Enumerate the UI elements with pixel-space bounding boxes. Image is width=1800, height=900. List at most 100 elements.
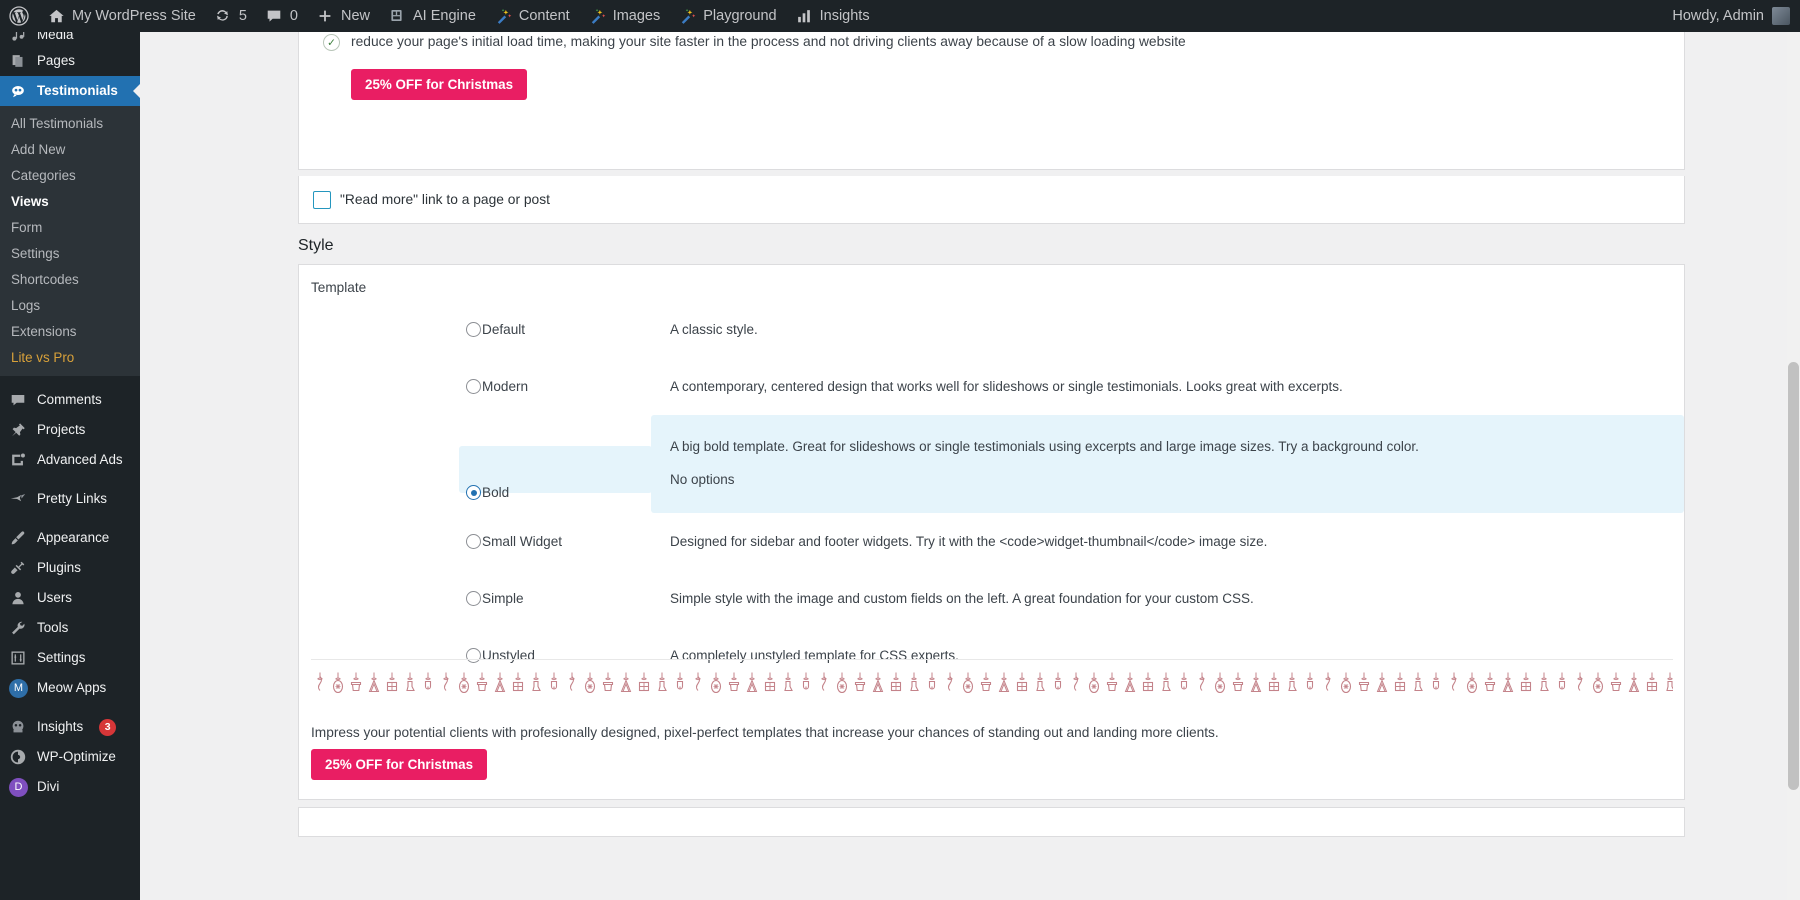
sidebar-item-media[interactable]: Media [0, 32, 140, 46]
sidebar-meow-apps-label: Meow Apps [37, 673, 106, 703]
template-option-modern[interactable]: Modern A contemporary, centered design t… [299, 358, 1684, 415]
menu-separator [0, 475, 140, 484]
updates-menu[interactable]: 5 [205, 0, 256, 32]
next-section-panel-edge [298, 807, 1685, 837]
read-more-label: "Read more" link to a page or post [340, 192, 550, 207]
sidebar-projects-label: Projects [37, 415, 85, 445]
sidebar-media-label: Media [37, 32, 73, 46]
sidebar-plugins-label: Plugins [37, 553, 81, 583]
menu-separator [0, 376, 140, 385]
promo-bullet-row: ✓ reduce your page's initial load time, … [323, 32, 1660, 51]
template-option-bold[interactable]: Bold A big bold template. Great for slid… [299, 415, 1684, 513]
submenu-item-logs[interactable]: Logs [0, 292, 140, 318]
magic-wand-icon [678, 7, 697, 26]
playground-menu[interactable]: Playground [669, 0, 785, 32]
template-desc-simple: Simple style with the image and custom f… [670, 589, 1684, 609]
wp-optimize-icon [9, 748, 28, 767]
insights-menu[interactable]: Insights [786, 0, 879, 32]
insights-badge: 3 [99, 719, 116, 736]
sidebar-pages-label: Pages [37, 46, 75, 76]
submenu-item-form[interactable]: Form [0, 214, 140, 240]
wordpress-logo-icon [9, 6, 29, 26]
sidebar-item-users[interactable]: Users [0, 583, 140, 613]
plus-icon [316, 7, 335, 26]
sidebar-item-testimonials[interactable]: Testimonials [0, 76, 140, 106]
sidebar-item-advanced-ads[interactable]: Advanced Ads [0, 445, 140, 475]
playground-label: Playground [703, 0, 776, 32]
sidebar-item-tools[interactable]: Tools [0, 613, 140, 643]
account-menu[interactable]: Howdy, Admin [1672, 7, 1800, 25]
testimonials-icon [9, 82, 28, 101]
radio-modern[interactable] [466, 379, 481, 394]
sidebar-item-comments[interactable]: Comments [0, 385, 140, 415]
template-option-simple[interactable]: Simple Simple style with the image and c… [299, 570, 1684, 627]
page-scrollbar[interactable] [1787, 32, 1800, 900]
comments-icon [9, 391, 28, 410]
sidebar-users-label: Users [37, 583, 72, 613]
sidebar-settings-label: Settings [37, 643, 85, 673]
sidebar-item-pages[interactable]: Pages [0, 46, 140, 76]
scrollbar-thumb[interactable] [1788, 362, 1799, 790]
radio-bold[interactable] [466, 485, 481, 500]
new-content-menu[interactable]: New [307, 0, 379, 32]
tools-wrench-icon [9, 619, 28, 638]
main-content: ✓ display a fixed number of testimonials… [140, 32, 1800, 900]
radio-default[interactable] [466, 322, 481, 337]
template-field-label: Template [311, 280, 366, 295]
wordpress-logo-button[interactable] [0, 0, 38, 32]
admin-sidebar-menu: Media Pages Testimonials All Testimonial… [0, 32, 140, 900]
promo-bottom-text: Impress your potential clients with prof… [311, 725, 1219, 740]
submenu-item-all-testimonials[interactable]: All Testimonials [0, 110, 140, 136]
christmas-offer-button-top[interactable]: 25% OFF for Christmas [351, 69, 527, 100]
content-menu[interactable]: Content [485, 0, 579, 32]
submenu-item-lite-vs-pro[interactable]: Lite vs Pro [0, 344, 140, 370]
submenu-item-settings[interactable]: Settings [0, 240, 140, 266]
sidebar-item-appearance[interactable]: Appearance [0, 523, 140, 553]
submenu-item-views[interactable]: Views [0, 188, 140, 214]
insights-label: Insights [820, 0, 870, 32]
submenu-item-add-new[interactable]: Add New [0, 136, 140, 162]
template-name-modern: Modern [482, 379, 528, 394]
sidebar-item-pretty-links[interactable]: Pretty Links [0, 484, 140, 514]
sidebar-item-settings[interactable]: Settings [0, 643, 140, 673]
read-more-setting-row: "Read more" link to a page or post [298, 176, 1685, 224]
media-icon [9, 32, 28, 45]
template-options-note-bold: No options [670, 472, 1684, 487]
menu-separator [0, 703, 140, 712]
sidebar-item-wp-optimize[interactable]: WP-Optimize [0, 742, 140, 772]
insights-icon [9, 718, 28, 737]
template-option-small-widget[interactable]: Small Widget Designed for sidebar and fo… [299, 513, 1684, 570]
promo-bullet-text: reduce your page's initial load time, ma… [351, 32, 1186, 51]
template-name-bold: Bold [482, 485, 509, 500]
sidebar-item-insights[interactable]: Insights 3 [0, 712, 140, 742]
christmas-offer-button-bottom[interactable]: 25% OFF for Christmas [311, 749, 487, 780]
howdy-label: Howdy, Admin [1672, 8, 1764, 24]
ai-engine-menu[interactable]: AI Engine [379, 0, 485, 32]
submenu-item-extensions[interactable]: Extensions [0, 318, 140, 344]
sidebar-divi-label: Divi [37, 772, 59, 802]
sidebar-item-plugins[interactable]: Plugins [0, 553, 140, 583]
pages-icon [9, 52, 28, 71]
read-more-checkbox[interactable] [313, 191, 331, 209]
template-desc-bold: A big bold template. Great for slideshow… [670, 437, 1684, 457]
template-name-default: Default [482, 322, 525, 337]
pretty-links-icon [9, 490, 28, 509]
radio-simple[interactable] [466, 591, 481, 606]
magic-wand-icon [494, 7, 513, 26]
users-icon [9, 589, 28, 608]
submenu-item-shortcodes[interactable]: Shortcodes [0, 266, 140, 292]
radio-small-widget[interactable] [466, 534, 481, 549]
admin-bar: My WordPress Site 5 0 New AI Engine Cont… [0, 0, 1800, 32]
divi-icon: D [9, 778, 28, 797]
submenu-item-categories[interactable]: Categories [0, 162, 140, 188]
comments-menu[interactable]: 0 [256, 0, 307, 32]
sidebar-advanced-ads-label: Advanced Ads [37, 445, 123, 475]
comments-count: 0 [290, 0, 298, 32]
site-name-menu[interactable]: My WordPress Site [38, 0, 205, 32]
home-icon [47, 7, 66, 26]
template-option-default[interactable]: Default A classic style. [299, 301, 1684, 358]
sidebar-item-divi[interactable]: D Divi [0, 772, 140, 802]
images-menu[interactable]: Images [579, 0, 670, 32]
sidebar-item-projects[interactable]: Projects [0, 415, 140, 445]
sidebar-item-meow-apps[interactable]: M Meow Apps [0, 673, 140, 703]
